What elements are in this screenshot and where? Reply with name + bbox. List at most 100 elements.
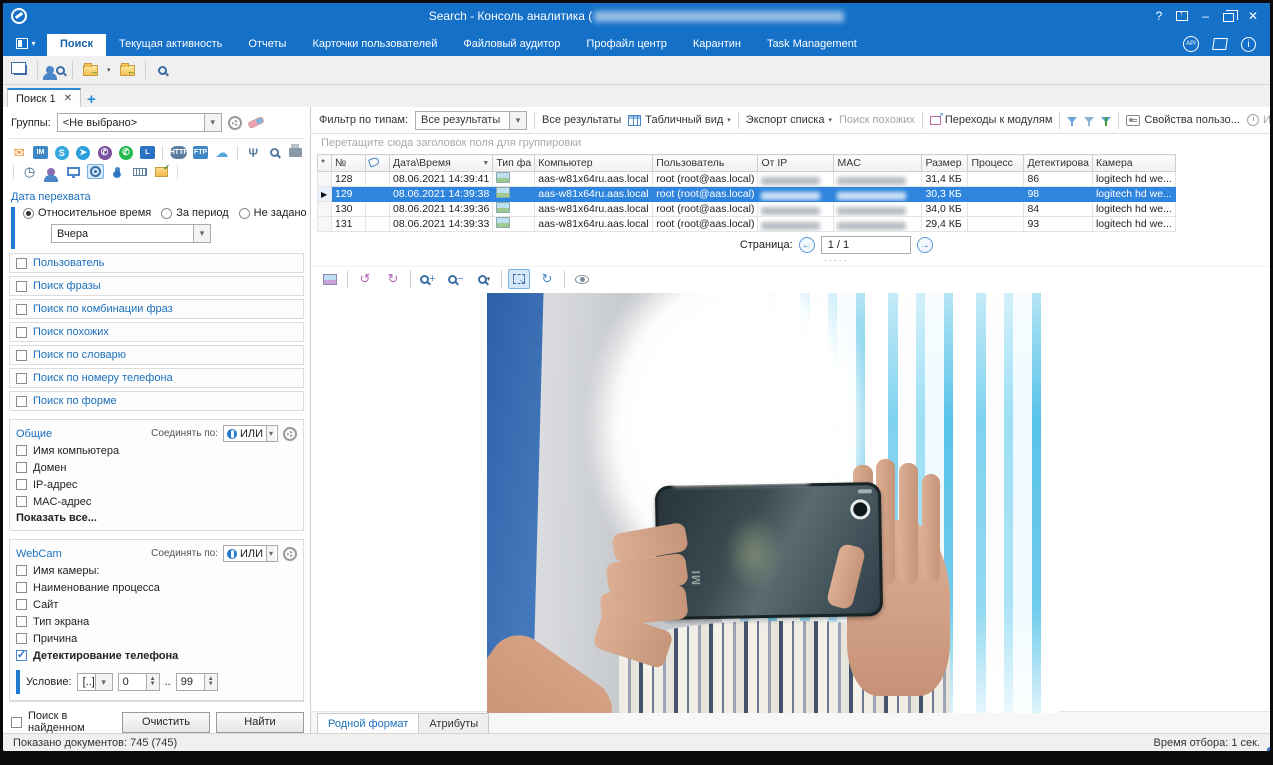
- usb-devices-icon[interactable]: Ψ: [245, 145, 261, 160]
- filter-section-0[interactable]: Пользователь: [9, 253, 304, 273]
- keylogger-icon[interactable]: [133, 168, 147, 176]
- window-pin-button[interactable]: [1176, 11, 1188, 21]
- webcam-icon-selected[interactable]: [87, 164, 104, 179]
- all-results-button[interactable]: Все результаты: [542, 114, 621, 126]
- go-to-modules-button[interactable]: Переходы к модулям: [930, 114, 1053, 126]
- filter-section-4[interactable]: Поиск по словарю: [9, 345, 304, 365]
- help-button[interactable]: ?: [1156, 9, 1163, 23]
- column-header-type[interactable]: Тип фа: [493, 155, 535, 172]
- spinner-arrows-icon[interactable]: ▲▼: [204, 674, 217, 690]
- condition-operator-select[interactable]: [..]: [77, 673, 113, 691]
- item-checkbox[interactable]: [16, 565, 27, 576]
- microphone-icon[interactable]: [115, 167, 120, 176]
- search-tab[interactable]: Поиск 1 ✕: [7, 88, 81, 107]
- filter-section-6[interactable]: Поиск по форме: [9, 391, 304, 411]
- table-view-button[interactable]: Табличный вид▾: [628, 114, 731, 126]
- device-search-icon[interactable]: [270, 148, 279, 157]
- column-header-size[interactable]: Размер: [922, 155, 968, 172]
- time-icon[interactable]: ◷: [21, 164, 38, 179]
- monitor-icon[interactable]: [67, 167, 80, 176]
- common-item-0[interactable]: Имя компьютера: [16, 442, 297, 459]
- filter-checkbox[interactable]: [16, 396, 27, 407]
- add-tab-button[interactable]: +: [87, 93, 96, 107]
- filter-checkbox[interactable]: [16, 350, 27, 361]
- condition-from-spinner[interactable]: 0 ▲▼: [118, 673, 160, 691]
- menu-tab-4[interactable]: Файловый аудитор: [450, 34, 573, 56]
- zoom-in-button[interactable]: +: [417, 269, 439, 289]
- column-header-ip[interactable]: От IP: [758, 155, 834, 172]
- column-header-user[interactable]: Пользователь: [653, 155, 758, 172]
- export-query-button[interactable]: [79, 60, 101, 80]
- column-header-num[interactable]: №: [332, 155, 366, 172]
- webcam-item-4[interactable]: Причина: [16, 630, 297, 647]
- filter-section-2[interactable]: Поиск по комбинации фраз: [9, 299, 304, 319]
- filter-section-3[interactable]: Поиск похожих: [9, 322, 304, 342]
- import-query-button[interactable]: [117, 60, 139, 80]
- rotate-right-button[interactable]: ↻: [382, 269, 404, 289]
- find-button[interactable]: Найти: [216, 712, 304, 733]
- info-icon[interactable]: i: [1241, 37, 1256, 52]
- filter-checkbox[interactable]: [16, 304, 27, 315]
- lync-icon[interactable]: L: [140, 146, 155, 159]
- condition-to-spinner[interactable]: 99 ▲▼: [176, 673, 218, 691]
- whatsapp-icon[interactable]: ✆: [119, 146, 133, 160]
- app-menu-button[interactable]: ▾: [9, 32, 43, 54]
- common-item-3[interactable]: MAC-адрес: [16, 493, 297, 510]
- search-in-found-checkbox[interactable]: [11, 717, 22, 728]
- filter-checkbox[interactable]: [16, 258, 27, 269]
- files-icon[interactable]: [155, 167, 168, 177]
- new-window-button[interactable]: [9, 60, 31, 80]
- webcam-item-2[interactable]: Сайт: [16, 596, 297, 613]
- http-icon[interactable]: HTTP: [170, 146, 187, 159]
- menu-tab-1[interactable]: Текущая активность: [106, 34, 235, 56]
- column-header-tag[interactable]: [366, 155, 390, 172]
- column-header-process[interactable]: Процесс: [968, 155, 1024, 172]
- item-checkbox[interactable]: [16, 479, 27, 490]
- date-option-1[interactable]: За период: [161, 207, 228, 219]
- clear-button[interactable]: Очистить: [122, 712, 210, 733]
- filter-checkbox[interactable]: [16, 373, 27, 384]
- chat-history-button[interactable]: История переписки: [1247, 114, 1270, 126]
- common-item-2[interactable]: IP-адрес: [16, 476, 297, 493]
- column-header-camera[interactable]: Камера: [1092, 155, 1175, 172]
- table-row-128[interactable]: 12808.06.2021 14:39:41aas-w81x64ru.aas.l…: [318, 172, 1176, 187]
- menu-tab-5[interactable]: Профайл центр: [573, 34, 679, 56]
- reset-view-button[interactable]: ↻: [536, 269, 558, 289]
- close-button[interactable]: ✕: [1248, 9, 1258, 23]
- minimize-button[interactable]: ‒: [1202, 9, 1209, 23]
- user-activity-icon[interactable]: [47, 168, 55, 176]
- menu-tab-2[interactable]: Отчеты: [235, 34, 299, 56]
- filter-funnel-icon[interactable]: [1067, 117, 1077, 123]
- printer-icon[interactable]: [289, 148, 302, 157]
- im-icon[interactable]: IM: [33, 146, 48, 159]
- item-checkbox[interactable]: [16, 650, 27, 661]
- filter-checkbox[interactable]: [16, 281, 27, 292]
- item-checkbox[interactable]: [16, 445, 27, 456]
- table-row-131[interactable]: 13108.06.2021 14:39:33aas-w81x64ru.aas.l…: [318, 217, 1176, 232]
- cloud-icon[interactable]: ☁: [214, 145, 230, 160]
- splitter-handle[interactable]: ·····: [311, 258, 1270, 266]
- ftp-icon[interactable]: FTP: [193, 146, 208, 159]
- mail-icon[interactable]: ✉: [11, 145, 27, 160]
- table-row-129[interactable]: ▶12908.06.2021 14:39:38aas-w81x64ru.aas.…: [318, 187, 1176, 202]
- filter-funnel-clear-icon[interactable]: [1084, 117, 1094, 123]
- next-page-button[interactable]: →: [917, 237, 933, 253]
- close-tab-icon[interactable]: ✕: [64, 93, 72, 104]
- zoom-level-button[interactable]: ▾: [473, 269, 495, 289]
- export-list-button[interactable]: Экспорт списка▾: [746, 114, 832, 126]
- webcam-item-5[interactable]: Детектирование телефона: [16, 647, 297, 664]
- restore-button[interactable]: [1223, 13, 1234, 22]
- user-search-button[interactable]: [44, 60, 66, 80]
- viber-icon[interactable]: ✆: [98, 146, 112, 160]
- telegram-icon[interactable]: ➤: [76, 146, 90, 160]
- fit-to-window-button[interactable]: [508, 269, 530, 289]
- column-header-marker[interactable]: *: [318, 155, 332, 172]
- chevron-down-icon[interactable]: ▾: [107, 66, 111, 74]
- column-header-detected[interactable]: Детектирова: [1024, 155, 1093, 172]
- column-header-mac[interactable]: MAC: [834, 155, 922, 172]
- eraser-icon[interactable]: [247, 116, 264, 129]
- search-similar-button[interactable]: Поиск похожих: [839, 114, 915, 126]
- show-all-link[interactable]: Показать все...: [16, 512, 297, 524]
- filter-section-1[interactable]: Поиск фразы: [9, 276, 304, 296]
- native-format-tab[interactable]: Родной формат: [317, 713, 419, 733]
